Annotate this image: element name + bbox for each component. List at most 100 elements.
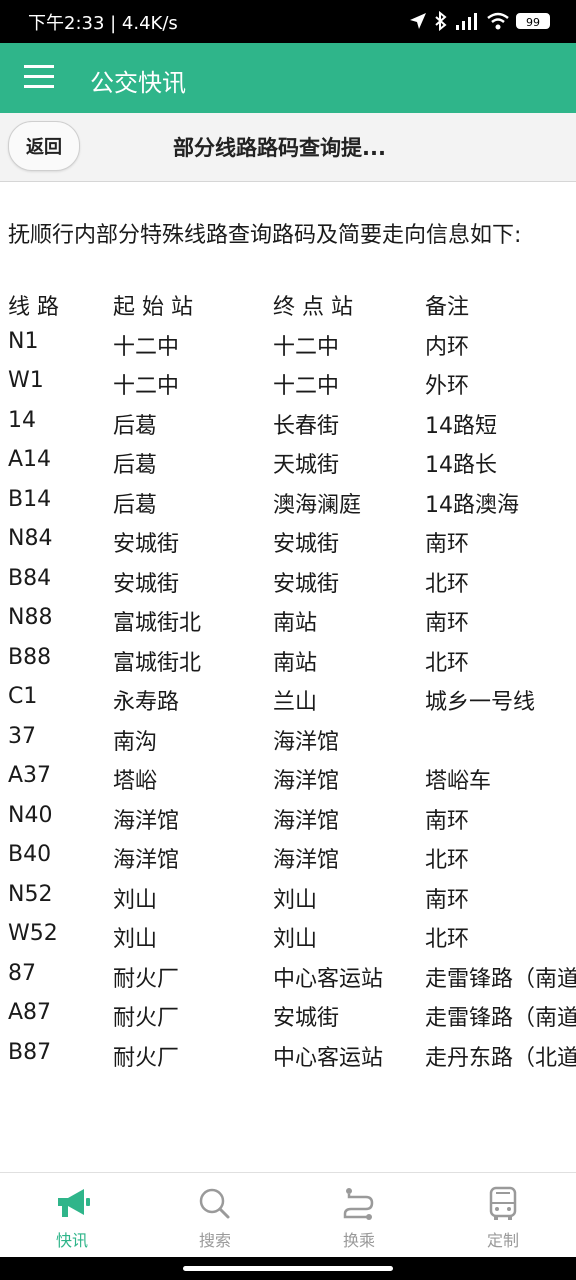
- cell-col-1: 塔峪: [113, 769, 158, 794]
- cell-col-3: 北环: [425, 650, 470, 676]
- status-icons: 99: [408, 10, 550, 32]
- cell-col-2: 海洋馆: [273, 808, 340, 834]
- bluetooth-icon: [435, 11, 447, 31]
- cell-col-0: B87: [8, 1039, 52, 1065]
- cell-col-1: 耐火厂: [113, 1045, 180, 1071]
- cell-col-3: 14路短: [425, 413, 497, 439]
- cell-col-3: 走雷锋路（南道: [425, 966, 576, 992]
- cell-col-1: 后葛: [113, 453, 158, 478]
- cell-col-1: 起 始 站: [113, 295, 193, 320]
- page-title: 部分线路路码查询提...: [173, 136, 386, 160]
- back-button[interactable]: 返回: [8, 121, 80, 171]
- cell-col-1: 刘山: [113, 927, 158, 952]
- cell-col-2: 安城街: [273, 1006, 340, 1031]
- cell-col-0: A37: [8, 763, 52, 788]
- cell-col-0: A87: [8, 1000, 52, 1025]
- cell-col-3: 走丹东路（北道: [425, 1045, 576, 1071]
- tab-transfer[interactable]: 换乘: [309, 1185, 409, 1255]
- home-gesture-bar[interactable]: [183, 1266, 393, 1271]
- cell-col-0: N40: [8, 802, 53, 828]
- battery-icon: 99: [516, 13, 550, 29]
- tab-label: 搜索: [198, 1231, 231, 1250]
- cell-col-3: 南环: [425, 611, 470, 636]
- cell-col-2: 刘山: [273, 887, 318, 913]
- cell-col-2: 天城街: [273, 453, 340, 478]
- cell-col-2: 兰山: [273, 690, 318, 715]
- table-row: C1 永寿路 兰山 城乡一号线: [8, 684, 576, 724]
- table-row: A37 塔峪 海洋馆 塔峪车: [8, 763, 576, 803]
- app-title: 公交快讯: [90, 69, 186, 97]
- cell-col-0: 14: [8, 407, 36, 433]
- sub-header: 返回 部分线路路码查询提...: [0, 113, 576, 182]
- cell-col-2: 终 点 站: [273, 295, 353, 320]
- table-header: 线 路 起 始 站 终 点 站 备注: [8, 289, 576, 329]
- table-row: B88 富城街北 南站 北环: [8, 645, 576, 685]
- table-row: N52 刘山 刘山 南环: [8, 882, 576, 922]
- cell-col-0: N52: [8, 881, 53, 907]
- cell-col-2: 中心客运站: [273, 1045, 384, 1071]
- cell-col-1: 耐火厂: [113, 1006, 180, 1031]
- table-row: 14 后葛 长春街 14路短: [8, 408, 576, 448]
- cell-col-1: 十二中: [113, 334, 180, 360]
- menu-icon[interactable]: [24, 65, 54, 91]
- cell-col-1: 安城街: [113, 532, 180, 557]
- table-row: N84 安城街 安城街 南环: [8, 526, 576, 566]
- cell-col-3: 南环: [425, 808, 470, 834]
- cell-col-2: 澳海澜庭: [273, 492, 362, 518]
- cell-col-2: 刘山: [273, 927, 318, 952]
- cell-col-0: 87: [8, 960, 36, 986]
- table-row: 37 南沟 海洋馆: [8, 724, 576, 764]
- cell-col-0: A14: [8, 447, 52, 472]
- table-row: B40 海洋馆 海洋馆 北环: [8, 842, 576, 882]
- cell-col-0: W52: [8, 921, 58, 946]
- tab-custom[interactable]: 定制: [453, 1185, 553, 1255]
- table-row: N1 十二中 十二中 内环: [8, 329, 576, 369]
- cell-col-0: C1: [8, 684, 38, 709]
- app-bar: 公交快讯: [0, 43, 576, 113]
- table-row: B87 耐火厂 中心客运站 走丹东路（北道: [8, 1040, 576, 1080]
- table-row: B84 安城街 安城街 北环: [8, 566, 576, 606]
- tab-news[interactable]: 快讯: [22, 1185, 122, 1255]
- wifi-icon: [487, 12, 509, 30]
- cell-col-3: 外环: [425, 374, 470, 399]
- table-row: B14 后葛 澳海澜庭 14路澳海: [8, 487, 576, 527]
- cell-col-0: 37: [8, 723, 36, 749]
- signal-icon: [456, 13, 477, 30]
- cell-col-1: 十二中: [113, 374, 180, 399]
- status-bar: 下午2:33 | 4.4K/s 99: [0, 0, 576, 43]
- cell-col-0: N1: [8, 328, 39, 354]
- table-row: W52 刘山 刘山 北环: [8, 921, 576, 961]
- intro-text: 抚顺行内部分特殊线路查询路码及简要走向信息如下:: [8, 223, 522, 248]
- tab-search[interactable]: 搜索: [165, 1185, 265, 1255]
- megaphone-icon: [58, 1189, 90, 1217]
- tab-label: 换乘: [342, 1231, 375, 1250]
- cell-col-1: 安城街: [113, 571, 180, 597]
- transfer-icon: [343, 1188, 374, 1220]
- table-row: A87 耐火厂 安城街 走雷锋路（南道: [8, 1000, 576, 1040]
- cell-col-3: 内环: [425, 334, 470, 360]
- cell-col-1: 刘山: [113, 887, 158, 913]
- cell-col-0: B88: [8, 644, 52, 670]
- cell-col-3: 走雷锋路（南道: [425, 1006, 576, 1031]
- cell-col-0: N84: [8, 526, 53, 551]
- cell-col-2: 安城街: [273, 532, 340, 557]
- cell-col-2: 南站: [273, 650, 318, 676]
- battery-level: 99: [526, 16, 540, 29]
- cell-col-3: 南环: [425, 887, 470, 913]
- cell-col-1: 富城街北: [113, 611, 202, 636]
- cell-col-2: 长春街: [273, 413, 340, 439]
- cell-col-1: 富城街北: [113, 650, 202, 676]
- cell-col-2: 安城街: [273, 571, 340, 597]
- status-time: 下午2:33 | 4.4K/s: [28, 13, 178, 34]
- cell-col-0: B40: [8, 842, 52, 867]
- cell-col-2: 十二中: [273, 334, 340, 360]
- tab-label: 快讯: [55, 1231, 88, 1250]
- bottom-tab-bar: 快讯 搜索 换乘 定制: [0, 1172, 576, 1258]
- cell-col-3: 城乡一号线: [425, 690, 536, 715]
- bus-icon: [489, 1186, 517, 1220]
- cell-col-0: W1: [8, 368, 44, 393]
- cell-col-1: 后葛: [113, 492, 158, 518]
- cell-col-3: 北环: [425, 927, 470, 952]
- cell-col-2: 海洋馆: [273, 729, 340, 755]
- cell-col-3: 14路澳海: [425, 492, 519, 518]
